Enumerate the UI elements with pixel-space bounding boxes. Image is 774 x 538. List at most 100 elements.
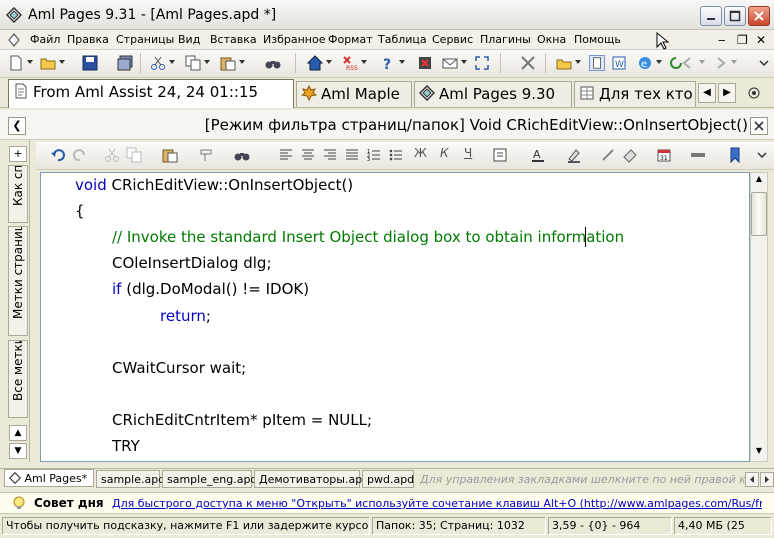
save-icon[interactable] [82, 55, 98, 71]
mdi-restore-button[interactable]: ❐ [737, 33, 748, 47]
menu-plugins[interactable]: Плагины [480, 33, 531, 46]
italic-button[interactable]: К [440, 146, 449, 160]
tab-for-those[interactable]: Для тех кто [574, 81, 696, 107]
menu-view[interactable]: Вид [178, 33, 200, 46]
file-tab-scroll-right-button[interactable] [760, 472, 774, 487]
code-editor[interactable]: void CRichEditView::OnInsertObject(){// … [40, 172, 750, 462]
menu-format[interactable]: Формат [328, 33, 373, 46]
save-all-icon[interactable] [117, 55, 133, 71]
cut-icon[interactable] [150, 55, 166, 71]
menu-favorites[interactable]: Избранное [263, 33, 325, 46]
highlight-icon[interactable] [566, 147, 582, 163]
scroll-down-arrow-icon[interactable]: ▼ [752, 446, 766, 460]
internet-explorer-icon[interactable]: e [637, 55, 653, 71]
dropdown-arrow-icon[interactable] [731, 60, 737, 64]
mdi-minimize-button[interactable]: ‒ [718, 33, 726, 47]
file-tab-demotivators[interactable]: Демотиваторы.apd [254, 470, 369, 488]
format-painter-icon[interactable] [198, 147, 214, 163]
dropdown-arrow-icon[interactable] [699, 60, 705, 64]
dropdown-arrow-icon[interactable] [326, 60, 332, 64]
menu-insert[interactable]: Вставка [210, 33, 257, 46]
tab-aml-maple[interactable]: Aml Maple [296, 81, 412, 107]
document-icon[interactable] [8, 33, 20, 47]
rss-icon[interactable]: RSS [342, 55, 358, 71]
redo-icon[interactable] [72, 147, 88, 163]
file-tab-pwd[interactable]: pwd.apd [362, 470, 414, 488]
side-tab-how-to[interactable]: Как спи [8, 165, 28, 223]
menu-help[interactable]: Помощь [574, 33, 621, 46]
paste-icon[interactable] [162, 147, 178, 163]
side-panel-pin-button[interactable]: + [9, 146, 27, 162]
clear-format-icon[interactable] [600, 147, 616, 163]
forward-icon[interactable] [712, 55, 728, 71]
paste-icon[interactable] [220, 55, 236, 71]
file-tab-sample-eng[interactable]: sample_eng.apd [162, 470, 257, 488]
code-line[interactable]: void CRichEditView::OnInsertObject() [75, 176, 353, 194]
close-button[interactable] [748, 6, 770, 26]
open-folder-icon[interactable] [40, 55, 56, 71]
dropdown-arrow-icon[interactable] [169, 60, 175, 64]
scroll-up-arrow-icon[interactable]: ▲ [752, 174, 766, 188]
code-line[interactable]: CWaitCursor wait; [112, 359, 246, 377]
align-center-icon[interactable] [300, 147, 316, 163]
code-line[interactable]: TRY [112, 437, 140, 455]
eraser-icon[interactable] [622, 147, 638, 163]
dropdown-arrow-icon[interactable] [399, 60, 405, 64]
home-page-icon[interactable] [307, 55, 323, 71]
binoculars-icon[interactable] [265, 55, 281, 71]
code-line[interactable]: return; [160, 307, 211, 325]
menu-table[interactable]: Таблица [378, 33, 427, 46]
copy-icon[interactable] [185, 55, 201, 71]
tab-scroll-left-button[interactable]: ◀ [698, 83, 716, 103]
align-left-icon[interactable] [278, 147, 294, 163]
side-tab-all-labels[interactable]: Все метки [8, 340, 28, 418]
page-view-icon[interactable] [589, 55, 605, 71]
toolbar-overflow-icon[interactable] [756, 55, 772, 71]
font-color-icon[interactable]: A [530, 147, 546, 163]
tab-scroll-right-button[interactable]: ▶ [718, 83, 736, 103]
align-justify-icon[interactable] [344, 147, 360, 163]
copy-icon[interactable] [126, 147, 142, 163]
horizontal-line-icon[interactable] [690, 147, 706, 163]
scrollbar-thumb[interactable] [751, 192, 767, 236]
calendar-icon[interactable]: 31 [656, 147, 672, 163]
menu-pages[interactable]: Страницы [116, 33, 174, 46]
dropdown-arrow-icon[interactable] [361, 60, 367, 64]
tab-list-icon[interactable] [744, 85, 764, 101]
code-line[interactable]: if (dlg.DoModal() != IDOK) [112, 280, 309, 298]
cut-icon[interactable] [104, 147, 120, 163]
side-scroll-down-button[interactable]: ▼ [9, 443, 27, 459]
tab-aml-pages[interactable]: Aml Pages 9.30 [414, 81, 572, 107]
delete-page-icon[interactable] [417, 55, 433, 71]
dropdown-arrow-icon[interactable] [575, 60, 581, 64]
menu-service[interactable]: Сервис [432, 33, 473, 46]
tip-link[interactable]: Для быстрого доступа к меню "Открыть" ис… [112, 497, 762, 510]
side-scroll-up-button[interactable]: ▲ [9, 425, 27, 441]
help-icon[interactable]: ? [380, 55, 396, 71]
code-line[interactable]: { [75, 202, 85, 220]
code-line[interactable]: // Invoke the standard Insert Object dia… [112, 228, 624, 246]
email-icon[interactable] [442, 55, 458, 71]
menu-edit[interactable]: Правка [67, 33, 109, 46]
menu-file[interactable]: Файл [30, 33, 60, 46]
collapse-tree-button[interactable]: ❮ [8, 117, 26, 135]
file-tab-aml-pages[interactable]: Aml Pages* [4, 469, 94, 487]
close-page-button[interactable] [750, 117, 768, 135]
new-page-icon[interactable] [8, 55, 24, 71]
code-line[interactable]: COleInsertDialog dlg; [112, 254, 272, 272]
dropdown-arrow-icon[interactable] [239, 60, 245, 64]
file-tab-scroll-left-button[interactable] [745, 472, 759, 487]
dropdown-arrow-icon[interactable] [204, 60, 210, 64]
align-right-icon[interactable] [322, 147, 338, 163]
maximize-button[interactable] [724, 6, 746, 26]
bullet-list-icon[interactable] [388, 147, 404, 163]
dropdown-arrow-icon[interactable] [461, 60, 467, 64]
back-icon[interactable] [680, 55, 696, 71]
fullscreen-icon[interactable] [474, 55, 490, 71]
word-icon[interactable]: W [611, 55, 627, 71]
minimize-button[interactable] [700, 6, 722, 26]
tools-icon[interactable] [520, 55, 536, 71]
file-tab-sample[interactable]: sample.apd [96, 470, 165, 488]
dropdown-arrow-icon[interactable] [59, 60, 65, 64]
folder-arrow-icon[interactable] [556, 55, 572, 71]
